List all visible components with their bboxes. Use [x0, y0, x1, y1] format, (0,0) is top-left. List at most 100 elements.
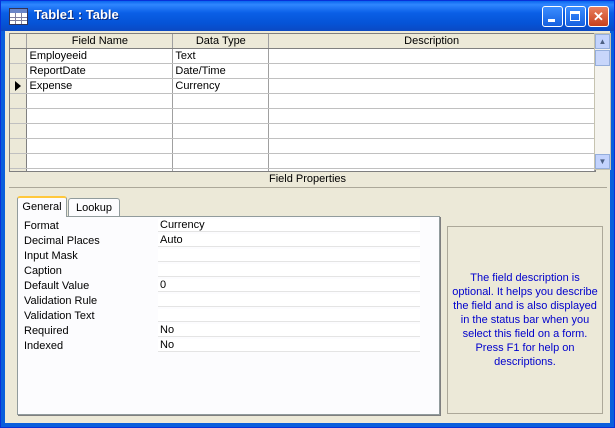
- row-selector[interactable]: [10, 93, 28, 109]
- data-type-cell[interactable]: Currency: [172, 78, 270, 94]
- caption-field[interactable]: [158, 264, 420, 277]
- description-cell[interactable]: [268, 78, 595, 94]
- maximize-button[interactable]: [565, 6, 586, 27]
- row-selector[interactable]: [10, 48, 28, 64]
- row-selector[interactable]: [10, 108, 28, 124]
- tab-lookup[interactable]: Lookup: [68, 198, 120, 217]
- property-label: Format: [24, 220, 59, 232]
- chevron-down-icon: ▼: [598, 157, 607, 166]
- data-type-cell[interactable]: [172, 108, 270, 124]
- window-client-area: Field Name Data Type Description Employe…: [5, 31, 611, 423]
- property-row-required[interactable]: Required No: [24, 324, 420, 338]
- property-row-default-value[interactable]: Default Value 0: [24, 279, 420, 293]
- row-selector[interactable]: [10, 168, 28, 171]
- field-name-cell[interactable]: [26, 123, 174, 139]
- window-title: Table1 : Table: [34, 7, 119, 22]
- property-label: Required: [24, 325, 69, 337]
- description-cell[interactable]: [268, 168, 595, 171]
- data-type-cell[interactable]: [172, 138, 270, 154]
- description-cell[interactable]: [268, 153, 595, 169]
- property-label: Input Mask: [24, 250, 78, 262]
- property-label: Validation Rule: [24, 295, 98, 307]
- current-row-arrow-icon: [15, 81, 21, 91]
- grid-row[interactable]: [10, 138, 595, 154]
- required-field[interactable]: No: [158, 324, 420, 337]
- property-row-validation-text[interactable]: Validation Text: [24, 309, 420, 323]
- property-label: Default Value: [24, 280, 90, 292]
- grid-corner: [10, 34, 28, 49]
- maximize-icon: [566, 7, 585, 26]
- row-selector[interactable]: [10, 153, 28, 169]
- data-type-cell[interactable]: Date/Time: [172, 63, 270, 79]
- title-bar[interactable]: Table1 : Table ✕: [1, 1, 614, 31]
- default-value-field[interactable]: 0: [158, 279, 420, 292]
- property-label: Validation Text: [24, 310, 95, 322]
- property-label: Caption: [24, 265, 62, 277]
- minimize-icon: [543, 7, 562, 26]
- property-label: Indexed: [24, 340, 64, 352]
- grid-row[interactable]: [10, 123, 595, 139]
- property-label: Decimal Places: [24, 235, 100, 247]
- column-header-data-type[interactable]: Data Type: [172, 34, 270, 49]
- field-name-cell[interactable]: [26, 153, 174, 169]
- indexed-field[interactable]: No: [158, 339, 420, 352]
- minimize-button[interactable]: [542, 6, 563, 27]
- description-cell[interactable]: [268, 108, 595, 124]
- grid-row[interactable]: ReportDate Date/Time: [10, 63, 595, 79]
- close-icon: ✕: [593, 9, 604, 24]
- property-row-validation-rule[interactable]: Validation Rule: [24, 294, 420, 308]
- field-name-cell[interactable]: Expense: [26, 78, 174, 94]
- table-design-window: Table1 : Table ✕ Field Name Data Type De…: [0, 0, 615, 428]
- scroll-thumb[interactable]: [595, 50, 610, 66]
- field-name-cell[interactable]: [26, 93, 174, 109]
- description-cell[interactable]: [268, 138, 595, 154]
- grid-row[interactable]: [10, 93, 595, 109]
- data-type-cell[interactable]: [172, 153, 270, 169]
- tab-general[interactable]: General: [17, 196, 67, 217]
- table-icon[interactable]: [9, 8, 28, 25]
- scroll-up-button[interactable]: ▲: [595, 34, 610, 49]
- row-selector[interactable]: [10, 78, 28, 94]
- field-name-cell[interactable]: [26, 138, 174, 154]
- decimal-places-field[interactable]: Auto: [158, 234, 420, 247]
- validation-text-field[interactable]: [158, 309, 420, 322]
- column-header-field-name[interactable]: Field Name: [26, 34, 174, 49]
- grid-vertical-scrollbar[interactable]: ▲ ▼: [594, 33, 611, 170]
- general-properties-panel: Format Currency Decimal Places Auto Inpu…: [17, 216, 440, 415]
- row-selector[interactable]: [10, 123, 28, 139]
- property-row-indexed[interactable]: Indexed No: [24, 339, 420, 353]
- format-field[interactable]: Currency: [158, 219, 420, 232]
- row-selector[interactable]: [10, 138, 28, 154]
- property-row-caption[interactable]: Caption: [24, 264, 420, 278]
- property-row-input-mask[interactable]: Input Mask: [24, 249, 420, 263]
- property-row-format[interactable]: Format Currency: [24, 219, 420, 233]
- field-name-cell[interactable]: ReportDate: [26, 63, 174, 79]
- field-grid[interactable]: Field Name Data Type Description Employe…: [9, 33, 596, 172]
- grid-row[interactable]: [10, 153, 595, 169]
- description-cell[interactable]: [268, 63, 595, 79]
- description-cell[interactable]: [268, 93, 595, 109]
- validation-rule-field[interactable]: [158, 294, 420, 307]
- data-type-cell[interactable]: [172, 93, 270, 109]
- field-name-cell[interactable]: Employeeid: [26, 48, 174, 64]
- field-name-cell[interactable]: [26, 168, 174, 171]
- input-mask-field[interactable]: [158, 249, 420, 262]
- field-properties-label: Field Properties: [268, 173, 347, 185]
- property-row-decimal-places[interactable]: Decimal Places Auto: [24, 234, 420, 248]
- data-type-cell[interactable]: [172, 168, 270, 171]
- data-type-cell[interactable]: Text: [172, 48, 270, 64]
- description-cell[interactable]: [268, 123, 595, 139]
- close-button[interactable]: ✕: [588, 6, 609, 27]
- scroll-down-button[interactable]: ▼: [595, 154, 610, 169]
- field-properties-area: General Lookup Format Currency Decimal P…: [9, 187, 607, 420]
- grid-row[interactable]: Employeeid Text: [10, 48, 595, 64]
- chevron-up-icon: ▲: [598, 37, 607, 46]
- data-type-cell[interactable]: [172, 123, 270, 139]
- row-selector[interactable]: [10, 63, 28, 79]
- grid-row[interactable]: [10, 108, 595, 124]
- grid-row[interactable]: Expense Currency: [10, 78, 595, 94]
- field-name-cell[interactable]: [26, 108, 174, 124]
- column-header-description[interactable]: Description: [268, 34, 595, 49]
- grid-row[interactable]: [10, 168, 595, 171]
- description-cell[interactable]: [268, 48, 595, 64]
